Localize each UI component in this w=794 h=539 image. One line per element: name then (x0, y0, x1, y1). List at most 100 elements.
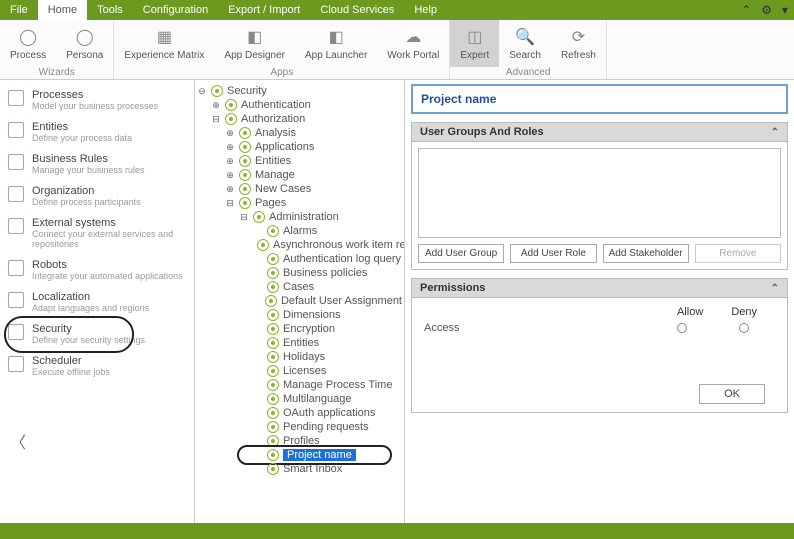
add-user-role-button[interactable]: Add User Role (510, 244, 596, 263)
node-icon (239, 155, 251, 167)
expand-icon[interactable]: ⊕ (225, 156, 235, 167)
sidebar-item-business-rules[interactable]: Business RulesManage your business rules (0, 148, 194, 180)
nav-icon (8, 260, 24, 276)
back-icon[interactable]: 〈 (10, 429, 26, 453)
node-icon (267, 421, 279, 433)
settings-gear-icon[interactable]: ⚙ (761, 3, 772, 17)
expand-icon[interactable]: ⊕ (225, 170, 235, 181)
ribbon-process-button[interactable]: ◯Process (0, 20, 56, 67)
sidebar-item-organization[interactable]: OrganizationDefine process participants (0, 180, 194, 212)
sidebar: ProcessesModel your business processesEn… (0, 80, 195, 523)
tree-node-new-cases[interactable]: ⊕New Cases (197, 182, 402, 196)
ribbon-app-launcher-button[interactable]: ◧App Launcher (295, 20, 377, 67)
menu-item-export-import[interactable]: Export / Import (218, 0, 310, 20)
tree-node-applications[interactable]: ⊕Applications (197, 140, 402, 154)
sidebar-item-security[interactable]: SecurityDefine your security settings (0, 318, 194, 350)
nav-icon (8, 218, 24, 234)
tree-node-asynchronous-work-item-retries[interactable]: Asynchronous work item retries (197, 238, 402, 252)
tree-node-entities[interactable]: Entities (197, 336, 402, 350)
app-designer-icon: ◧ (244, 26, 266, 48)
node-icon (239, 141, 251, 153)
tree-node-encryption[interactable]: Encryption (197, 322, 402, 336)
nav-icon (8, 122, 24, 138)
node-icon (267, 337, 279, 349)
tree-root[interactable]: ⊖Security (197, 84, 402, 98)
collapse-icon[interactable]: ⌃ (771, 283, 779, 294)
sidebar-item-localization[interactable]: LocalizationAdapt languages and regions (0, 286, 194, 318)
tree-node-profiles[interactable]: Profiles (197, 434, 402, 448)
collapse-icon[interactable]: ⌃ (771, 127, 779, 138)
sidebar-item-scheduler[interactable]: SchedulerExecute offline jobs (0, 350, 194, 382)
expand-icon[interactable]: ⊟ (225, 198, 235, 209)
expand-icon[interactable]: ⊕ (211, 100, 221, 111)
node-icon (239, 127, 251, 139)
ribbon-app-designer-button[interactable]: ◧App Designer (214, 20, 295, 67)
allow-radio[interactable] (677, 323, 687, 333)
expand-icon[interactable]: ⊕ (225, 142, 235, 153)
add-stakeholder-button[interactable]: Add Stakeholder (603, 244, 689, 263)
tree-node-project-name[interactable]: Project name (197, 448, 402, 462)
deny-radio[interactable] (739, 323, 749, 333)
tree-node-default-user-assignment[interactable]: Default User Assignment (197, 294, 402, 308)
expand-icon[interactable]: ⊕ (225, 128, 235, 139)
sidebar-item-entities[interactable]: EntitiesDefine your process data (0, 116, 194, 148)
expand-icon[interactable]: ⊟ (239, 212, 249, 223)
menu-item-cloud-services[interactable]: Cloud Services (310, 0, 404, 20)
expand-icon[interactable]: ⊕ (225, 184, 235, 195)
sidebar-item-external-systems[interactable]: External systemsConnect your external se… (0, 212, 194, 254)
page-title-box: Project name (411, 84, 788, 114)
tree-node-business-policies[interactable]: Business policies (197, 266, 402, 280)
ribbon-refresh-button[interactable]: ⟳Refresh (551, 20, 606, 67)
panel-header: Permissions (420, 282, 485, 294)
tree-node-pending-requests[interactable]: Pending requests (197, 420, 402, 434)
menu-item-help[interactable]: Help (404, 0, 447, 20)
security-tree: ⊖Security⊕Authentication⊟Authorization⊕A… (195, 80, 405, 523)
expand-icon[interactable]: ⊟ (211, 114, 221, 125)
window-minimize-icon[interactable]: ⌃ (741, 3, 751, 17)
menu-item-file[interactable]: File (0, 0, 38, 20)
ok-button[interactable]: OK (699, 384, 765, 404)
tree-node-oauth-applications[interactable]: OAuth applications (197, 406, 402, 420)
menu-item-configuration[interactable]: Configuration (133, 0, 218, 20)
expert-icon: ◫ (464, 26, 486, 48)
ribbon-search-button[interactable]: 🔍Search (499, 20, 551, 67)
node-icon (267, 365, 279, 377)
tree-node-authorization[interactable]: ⊟Authorization (197, 112, 402, 126)
node-icon (211, 85, 223, 97)
ribbon-work-portal-button[interactable]: ☁Work Portal (377, 20, 449, 67)
tree-node-analysis[interactable]: ⊕Analysis (197, 126, 402, 140)
permission-label: Access (424, 322, 651, 334)
tree-node-entities[interactable]: ⊕Entities (197, 154, 402, 168)
tree-node-licenses[interactable]: Licenses (197, 364, 402, 378)
sidebar-item-processes[interactable]: ProcessesModel your business processes (0, 84, 194, 116)
menu-item-home[interactable]: Home (38, 0, 87, 20)
tree-node-authentication[interactable]: ⊕Authentication (197, 98, 402, 112)
node-icon (267, 463, 279, 475)
tree-node-manage-process-time[interactable]: Manage Process Time (197, 378, 402, 392)
search-icon: 🔍 (514, 26, 536, 48)
tree-node-pages[interactable]: ⊟Pages (197, 196, 402, 210)
tree-node-cases[interactable]: Cases (197, 280, 402, 294)
persona-icon: ◯ (74, 26, 96, 48)
tree-node-holidays[interactable]: Holidays (197, 350, 402, 364)
nav-icon (8, 324, 24, 340)
work-portal-icon: ☁ (402, 26, 424, 48)
tree-node-multilanguage[interactable]: Multilanguage (197, 392, 402, 406)
sidebar-item-robots[interactable]: RobotsIntegrate your automated applicati… (0, 254, 194, 286)
node-icon (267, 435, 279, 447)
ribbon-expert-button[interactable]: ◫Expert (450, 20, 499, 67)
window-dropdown-icon[interactable]: ▾ (782, 3, 788, 17)
tree-node-smart-inbox[interactable]: Smart Inbox (197, 462, 402, 476)
tree-node-administration[interactable]: ⊟Administration (197, 210, 402, 224)
tree-node-dimensions[interactable]: Dimensions (197, 308, 402, 322)
node-icon (267, 267, 279, 279)
ribbon-experience-matrix-button[interactable]: ▦Experience Matrix (114, 20, 214, 67)
tree-node-alarms[interactable]: Alarms (197, 224, 402, 238)
user-groups-list[interactable] (418, 148, 781, 238)
add-user-group-button[interactable]: Add User Group (418, 244, 504, 263)
ribbon-group-label: Wizards (0, 67, 113, 79)
menu-item-tools[interactable]: Tools (87, 0, 133, 20)
tree-node-authentication-log-query[interactable]: Authentication log query (197, 252, 402, 266)
ribbon-persona-button[interactable]: ◯Persona (56, 20, 113, 67)
tree-node-manage[interactable]: ⊕Manage (197, 168, 402, 182)
